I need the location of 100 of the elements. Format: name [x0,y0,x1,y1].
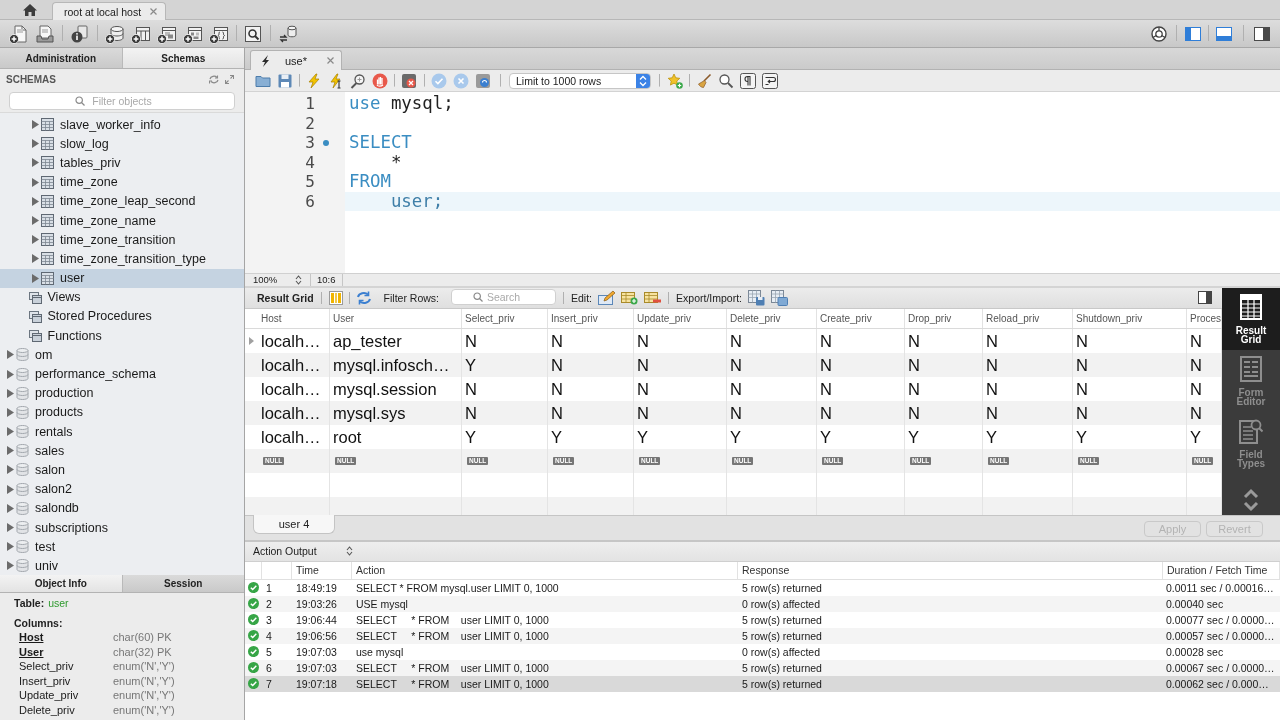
column-header[interactable]: Host [258,308,330,328]
caret-icon[interactable] [30,158,39,168]
search-icon[interactable] [243,23,263,44]
search-icon[interactable] [718,72,734,89]
column-header[interactable]: Insert_priv [548,308,634,328]
caret-icon[interactable] [30,196,39,206]
grid-row[interactable]: localh… mysql.sys N N N N N N N N N [245,400,1222,425]
connection-tab[interactable]: root at local host [52,2,167,20]
updown-icon[interactable] [636,73,650,88]
caret-icon[interactable] [5,350,14,360]
tree-item[interactable]: slave_worker_info [0,115,244,135]
panel-toggle-icon[interactable] [1198,291,1212,304]
column-header[interactable]: Response [738,561,1163,579]
save-icon[interactable] [277,72,293,89]
view-button[interactable]: Form Editor [1222,349,1280,412]
column-header[interactable]: Action [352,561,738,579]
tree-item[interactable]: user [0,268,244,288]
updown-icon[interactable] [346,546,353,556]
tree-item[interactable]: sales [0,441,244,461]
tree-item[interactable]: time_zone_name [0,210,244,231]
caret-icon[interactable] [5,446,14,456]
table-save-icon[interactable] [748,289,765,306]
caret-icon[interactable] [30,139,39,149]
caret-icon[interactable] [5,484,14,494]
caret-icon[interactable] [5,388,14,398]
column-header[interactable]: Reload_priv [983,308,1073,328]
column-header[interactable]: Delete_priv [727,308,817,328]
column-header[interactable]: Create_priv [817,308,905,328]
tree-item[interactable]: products [0,402,244,422]
star-plus-icon[interactable] [667,72,683,89]
caret-icon[interactable] [5,407,14,417]
view-button[interactable]: Field Types [1222,411,1280,474]
magnifier-icon[interactable] [350,72,366,89]
filter-field[interactable]: Filter objects [9,92,235,110]
caret-icon[interactable] [5,369,14,379]
caret-icon[interactable] [5,465,14,475]
panel-toggle-icon[interactable] [1185,26,1201,41]
database-arrows-icon[interactable] [278,23,298,44]
tree-item[interactable]: test [0,537,244,557]
caret-icon[interactable] [30,177,39,187]
editor-tab[interactable]: use* [250,50,342,70]
caret-icon[interactable] [30,235,39,245]
lightning-cursor-icon[interactable] [328,72,344,89]
chevron-up-down-icon[interactable] [1243,487,1259,512]
caret-icon[interactable] [30,254,39,264]
row-minus-icon[interactable] [644,290,662,305]
caret-icon[interactable] [30,273,39,283]
updown-icon[interactable] [295,274,302,285]
grid-row[interactable]: localh… mysql.infosch… Y N N N N N N N N [245,352,1222,377]
tree-item[interactable]: production [0,383,244,403]
column-header[interactable]: Shutdown_priv [1073,308,1187,328]
info-tab[interactable]: Object Info [0,575,123,592]
refresh-icon[interactable] [355,290,372,305]
row-plus-icon[interactable] [621,290,639,305]
info-icon[interactable] [70,23,90,44]
pilcrow-icon[interactable] [740,72,756,89]
tree-item[interactable]: salon [0,460,244,480]
tree-item[interactable]: time_zone_transition [0,230,244,250]
settings-icon[interactable] [1151,25,1167,42]
file-icon[interactable] [35,23,55,44]
column-header[interactable]: User [330,308,462,328]
column-header[interactable]: Duration / Fetch Time [1163,561,1280,579]
tree-item[interactable]: Functions [0,326,244,346]
column-header[interactable]: Drop_priv [905,308,983,328]
close-icon[interactable] [150,8,158,15]
code-editor[interactable]: 1 use mysql; 2 3 SELECT 4 * 5 FROM 6 user; [245,92,1280,273]
panel-toggle-icon[interactable] [1216,26,1232,41]
column-header[interactable]: Time [292,561,352,579]
file-plus-icon[interactable] [9,23,29,44]
tree-item[interactable]: tables_priv [0,153,244,173]
sidebar-tab[interactable]: Schemas [122,48,244,68]
close-icon[interactable] [327,57,334,64]
limit-select[interactable]: Limit to 1000 rows [509,72,651,89]
tree-item[interactable]: om [0,345,244,365]
tree-item[interactable]: time_zone_leap_second [0,191,244,211]
view-button[interactable]: Result Grid [1222,287,1280,350]
tree-item[interactable]: rentals [0,422,244,442]
tree-item[interactable]: salon2 [0,479,244,499]
tree-item[interactable]: salondb [0,498,244,518]
panel-toggle-icon[interactable] [1254,26,1270,41]
square-x-icon[interactable] [401,72,417,89]
tree-item[interactable]: univ [0,556,244,575]
tree-item[interactable]: subscriptions [0,517,244,538]
refresh-icon[interactable] [209,75,219,84]
refresh-square-icon[interactable] [475,72,491,89]
columns-icon[interactable] [328,290,343,305]
check-circle-icon[interactable] [431,72,447,89]
stop-icon[interactable] [372,72,388,89]
caret-icon[interactable] [30,216,39,226]
home-icon[interactable] [22,2,38,17]
info-tab[interactable]: Session [122,575,244,592]
tree-item[interactable]: time_zone_transition_type [0,249,244,269]
pencil-icon[interactable] [598,290,616,305]
output-select[interactable]: Action Output [253,545,353,557]
caret-icon[interactable] [5,523,14,533]
brush-icon[interactable] [696,72,712,89]
caret-icon[interactable] [5,503,14,513]
zoom-select[interactable]: 100% [245,273,311,286]
column-header[interactable]: Select_priv [462,308,548,328]
expand-icon[interactable] [225,75,234,84]
